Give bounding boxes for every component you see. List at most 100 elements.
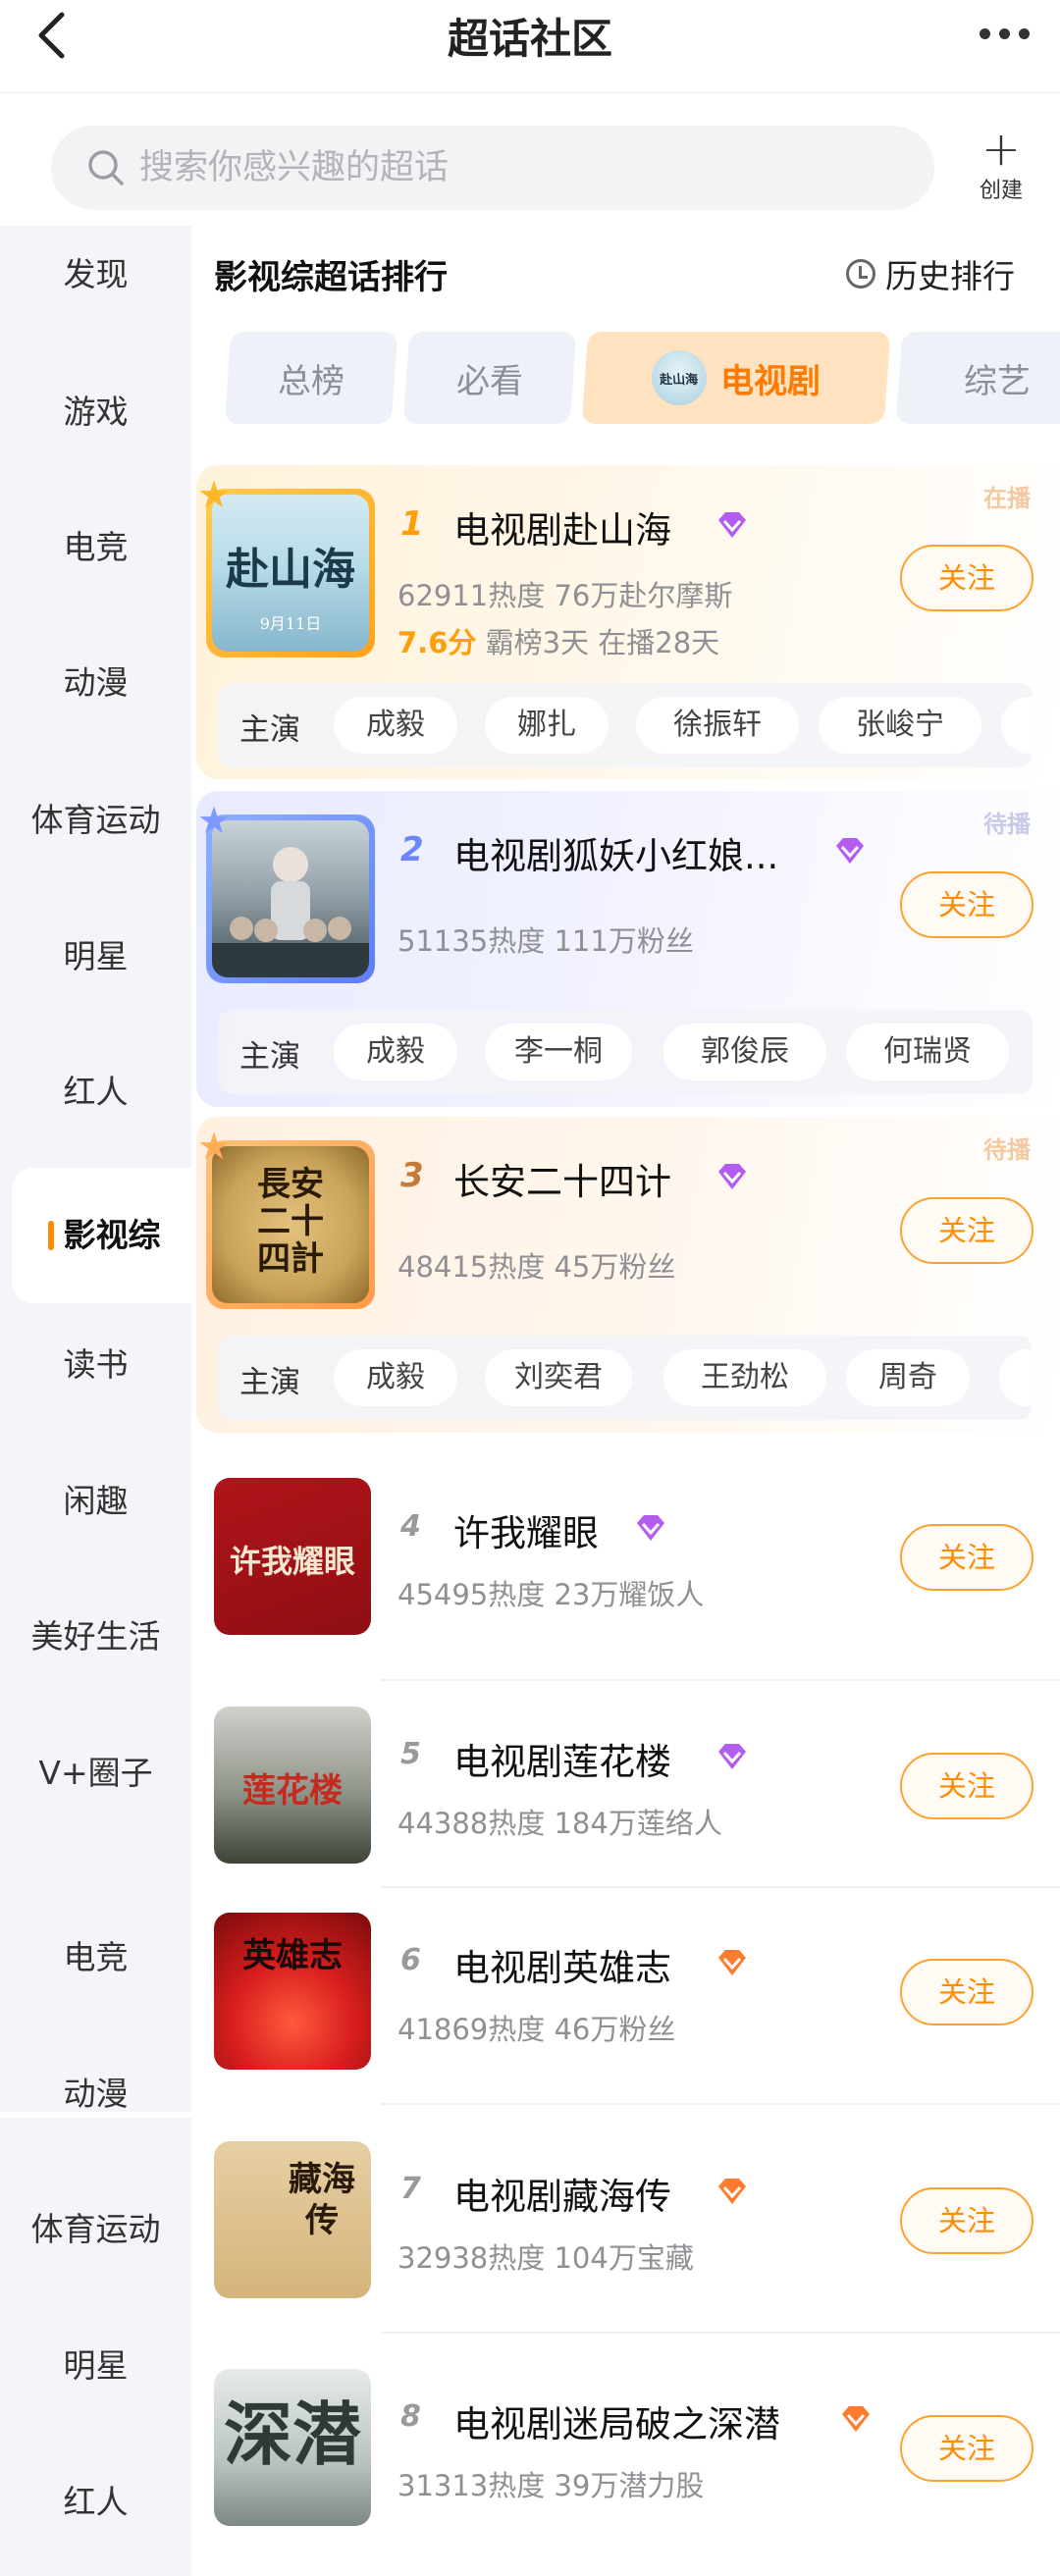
cast-chip[interactable]: 周奇 [846,1349,970,1406]
show-cover[interactable]: 長安二十四計 [212,1146,369,1303]
show-extra: 霸榜3天 在播28天 [485,626,720,659]
sidebar-item-sports-2[interactable]: 体育运动 [0,2210,191,2249]
show-cover[interactable] [212,820,369,977]
cast-row: 主演 成毅 刘奕君 王劲松 周奇 [218,1336,1033,1420]
cast-label: 主演 [239,1365,300,1400]
sidebar-item-stars-2[interactable]: 明星 [0,2346,191,2386]
status-tag: 待播 [983,1136,1031,1164]
sidebar-item-vplus[interactable]: V+圈子 [0,1754,191,1793]
follow-button[interactable]: 关注 [900,2415,1034,2482]
show-name[interactable]: 电视剧英雄志 [453,1938,671,1991]
sidebar-item-esports-2[interactable]: 电竞 [0,1938,191,1977]
cast-chip[interactable]: 郭俊辰 [663,1024,826,1080]
show-name[interactable]: 电视剧藏海传 [453,2167,671,2220]
show-name[interactable]: 电视剧狐妖小红娘... [453,826,778,879]
cover-subtitle: 9月11日 [259,614,322,633]
show-cover[interactable]: 深潜 [214,2369,371,2526]
follow-button[interactable]: 关注 [900,1753,1034,1819]
sidebar-item-reading[interactable]: 读书 [0,1345,191,1385]
show-name[interactable]: 长安二十四计 [453,1152,671,1205]
follow-button[interactable]: 关注 [900,1197,1034,1264]
cast-chip[interactable]: 徐振轩 [636,697,799,754]
show-cover[interactable]: 许我耀眼 [214,1478,371,1635]
cast-chip[interactable]: 刘奕君 [485,1349,632,1406]
rank-number: 4 [400,1509,421,1544]
cast-chip[interactable]: 成毅 [334,697,457,754]
cover-title: 深潜 [224,2393,361,2475]
cast-chip[interactable]: 成毅 [334,1349,457,1406]
sidebar-item-influencers-2[interactable]: 红人 [0,2483,191,2522]
orange-badge-icon [842,2406,870,2432]
tab-overall[interactable]: 总榜 [224,332,398,424]
follow-button[interactable]: 关注 [900,2187,1034,2254]
cast-chip[interactable]: 王劲松 [663,1349,826,1406]
rank-number: 5 [400,1737,421,1771]
sidebar-item-sports[interactable]: 体育运动 [0,801,191,840]
tab-icon-text: 赴山海 [660,372,700,388]
show-cover[interactable]: 莲花楼 [214,1707,371,1864]
show-cover[interactable]: 藏海传 [214,2141,371,2298]
tab-label: 总榜 [278,361,344,401]
rank-number: 3 [400,1156,424,1195]
search-bar[interactable] [51,126,934,210]
tab-label: 综艺 [964,361,1031,401]
cast-chip[interactable]: 成毅 [334,1024,457,1080]
follow-button[interactable]: 关注 [900,545,1034,611]
create-button[interactable]: + 创建 [962,126,1040,206]
follow-button[interactable]: 关注 [900,1959,1034,2025]
sidebar-item-leisure[interactable]: 闲趣 [0,1482,191,1521]
show-name[interactable]: 电视剧迷局破之深潜 [453,2394,780,2447]
rank-number: 7 [400,2172,421,2206]
sidebar-item-film-tv[interactable]: 影视综 [12,1168,196,1303]
status-tag: 在播 [983,485,1031,512]
sidebar-item-influencers[interactable]: 红人 [0,1073,191,1112]
history-ranking-button[interactable]: 历史排行 [846,250,1015,297]
cast-chip-overflow[interactable] [999,1349,1033,1406]
create-label: 创建 [979,179,1023,203]
row-divider [381,2332,1060,2334]
follow-button[interactable]: 关注 [900,871,1034,938]
cast-label: 主演 [239,712,300,748]
cover-title: 许我耀眼 [229,1543,355,1580]
show-stats: 48415热度 45万粉丝 [398,1250,676,1284]
sidebar-item-good-life[interactable]: 美好生活 [0,1617,191,1656]
show-name[interactable]: 电视剧赴山海 [453,500,671,553]
diamond-badge-icon [637,1515,664,1541]
page-title: 超话社区 [447,15,612,63]
sidebar-item-game[interactable]: 游戏 [0,393,191,432]
tab-must-watch[interactable]: 必看 [402,332,577,424]
sidebar-item-esports[interactable]: 电竞 [0,528,191,567]
show-cover[interactable]: 赴山海 9月11日 [212,495,369,652]
cast-chip[interactable]: 张峻宁 [819,697,981,754]
cast-chip[interactable]: 娜扎 [485,697,609,754]
show-rating-row: 7.6分 霸榜3天 在播28天 [398,620,719,661]
row-divider [381,2103,1060,2105]
cast-chip-overflow[interactable] [1001,697,1033,754]
show-stats: 32938热度 104万宝藏 [398,2241,694,2275]
more-icon[interactable] [970,14,1038,53]
sidebar-item-anime[interactable]: 动漫 [0,663,191,703]
diamond-badge-icon [718,512,746,538]
show-name[interactable]: 电视剧莲花楼 [453,1732,671,1785]
rank-number: 6 [400,1943,421,1977]
cover-title: 赴山海 [226,545,355,595]
show-stats: 31313热度 39万潜力股 [398,2469,705,2502]
tab-variety[interactable]: 综艺 [895,332,1060,424]
show-score: 7.6分 [398,626,477,659]
show-cover[interactable]: 英雄志 [214,1913,371,2070]
search-input[interactable] [139,148,885,187]
follow-button[interactable]: 关注 [900,1524,1034,1591]
tab-tv-series[interactable]: 赴山海 电视剧 [581,332,891,424]
sidebar-item-anime-2[interactable]: 动漫 [0,2075,191,2114]
show-name[interactable]: 许我耀眼 [453,1503,599,1556]
cover-title: 英雄志 [242,1936,343,1975]
show-stats: 62911热度 76万赴尔摩斯 [398,579,733,612]
cast-chip[interactable]: 何瑞贤 [846,1024,1009,1080]
diamond-badge-icon [718,1164,746,1189]
orange-badge-icon [718,2179,746,2204]
crown-star-icon: ★ [196,799,232,842]
sidebar-item-discover[interactable]: 发现 [0,255,191,294]
show-stats: 45495热度 23万耀饭人 [398,1578,705,1611]
cast-chip[interactable]: 李一桐 [485,1024,632,1080]
sidebar-item-stars[interactable]: 明星 [0,937,191,976]
